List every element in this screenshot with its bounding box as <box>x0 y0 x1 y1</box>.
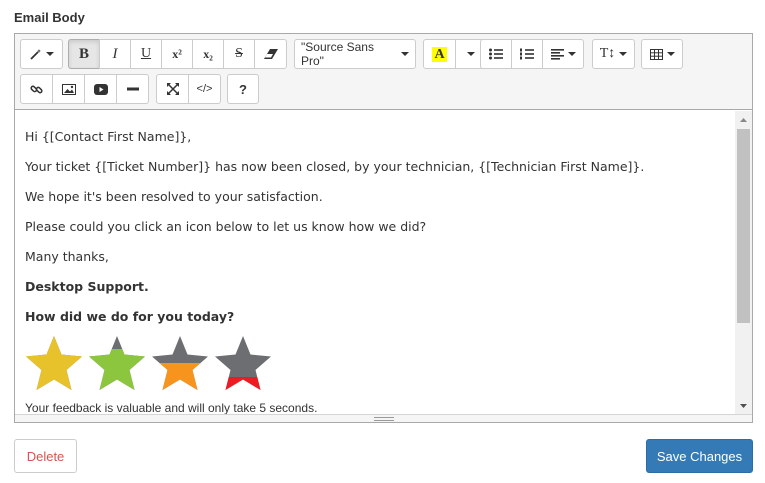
insert-image-button[interactable] <box>52 74 85 104</box>
link-icon <box>30 85 43 93</box>
superscript-button[interactable]: x² <box>161 39 193 69</box>
rating-star-3-icon[interactable] <box>151 335 209 391</box>
ordered-list-button[interactable] <box>511 39 543 69</box>
scroll-up-arrow[interactable] <box>735 113 752 127</box>
minus-icon <box>126 87 139 91</box>
superscript-icon: x² <box>172 46 182 61</box>
help-icon: ? <box>239 81 247 97</box>
clear-format-button[interactable] <box>254 39 287 69</box>
bold-button[interactable]: B <box>68 39 100 69</box>
italic-icon: I <box>112 45 118 62</box>
insert-link-button[interactable] <box>20 74 53 104</box>
chevron-down-icon <box>45 52 54 56</box>
eraser-icon <box>263 49 278 59</box>
line-height-icon: T↕ <box>599 46 616 61</box>
bullet-list-icon <box>489 48 503 60</box>
code-icon: </> <box>196 83 213 95</box>
strikethrough-icon: S <box>235 46 243 61</box>
font-family-dropdown[interactable]: "Source Sans Pro" <box>294 39 416 69</box>
ticket-closed-line: Your ticket {[Ticket Number]} has now be… <box>25 159 645 174</box>
magic-wand-icon <box>29 49 41 60</box>
font-family-value: "Source Sans Pro" <box>301 40 374 68</box>
expand-icon <box>166 83 179 95</box>
picture-icon <box>61 83 76 95</box>
satisfaction-line: We hope it's been resolved to your satis… <box>25 189 323 204</box>
caret-down-icon <box>740 404 747 408</box>
youtube-play-icon <box>93 83 108 95</box>
horizontal-rule-button[interactable] <box>116 74 149 104</box>
fullscreen-button[interactable] <box>156 74 189 104</box>
underline-button[interactable]: U <box>130 39 162 69</box>
chevron-down-icon <box>401 52 409 56</box>
rating-stars <box>25 335 277 391</box>
table-icon <box>649 48 663 60</box>
align-left-icon <box>550 48 564 60</box>
email-body-label: Email Body <box>14 10 85 25</box>
code-view-button[interactable]: </> <box>188 74 221 104</box>
chevron-down-icon <box>567 52 576 56</box>
style-dropdown-button[interactable] <box>20 39 63 69</box>
help-button[interactable]: ? <box>227 74 259 104</box>
grip-icon <box>373 416 394 421</box>
subscript-button[interactable]: x₂ <box>192 39 224 69</box>
text-color-button[interactable]: A <box>423 39 456 69</box>
rating-star-1-icon[interactable] <box>25 335 83 391</box>
editor-resize-handle[interactable] <box>15 414 752 422</box>
paragraph-align-dropdown[interactable] <box>542 39 584 69</box>
underline-icon: U <box>140 46 152 61</box>
insert-video-button[interactable] <box>84 74 117 104</box>
line-height-dropdown[interactable]: T↕ <box>592 39 635 69</box>
greeting-line: Hi {[Contact First Name]}, <box>25 129 192 144</box>
scroll-down-arrow[interactable] <box>735 399 752 413</box>
save-changes-button[interactable]: Save Changes <box>646 439 753 473</box>
rating-question: How did we do for you today? <box>25 309 235 324</box>
numbered-list-icon <box>520 48 534 60</box>
delete-button[interactable]: Delete <box>14 439 77 473</box>
thanks-line: Many thanks, <box>25 249 109 264</box>
chevron-down-icon <box>619 52 628 56</box>
rating-star-4-icon[interactable] <box>214 335 272 391</box>
editor-content[interactable]: Hi {[Contact First Name]}, Your ticket {… <box>15 111 736 415</box>
highlight-icon: A <box>432 46 447 62</box>
rich-text-editor[interactable]: B I U x² x₂ S "Source Sans Pro" A T↕ </>… <box>14 33 753 423</box>
italic-button[interactable]: I <box>99 39 131 69</box>
signature: Desktop Support. <box>25 279 149 294</box>
editor-toolbar: B I U x² x₂ S "Source Sans Pro" A T↕ </>… <box>15 34 752 110</box>
scroll-thumb[interactable] <box>737 129 750 323</box>
strikethrough-button[interactable]: S <box>223 39 255 69</box>
request-line: Please could you click an icon below to … <box>25 219 427 234</box>
caret-up-icon <box>740 118 747 122</box>
feedback-note: Your feedback is valuable and will only … <box>25 401 318 415</box>
subscript-icon: x₂ <box>203 46 213 61</box>
chevron-down-icon <box>666 52 675 56</box>
unordered-list-button[interactable] <box>480 39 512 69</box>
table-dropdown[interactable] <box>641 39 683 69</box>
rating-star-2-icon[interactable] <box>88 335 146 391</box>
editor-scrollbar[interactable] <box>735 111 752 415</box>
bold-icon: B <box>78 45 89 62</box>
chevron-down-icon <box>467 52 475 56</box>
